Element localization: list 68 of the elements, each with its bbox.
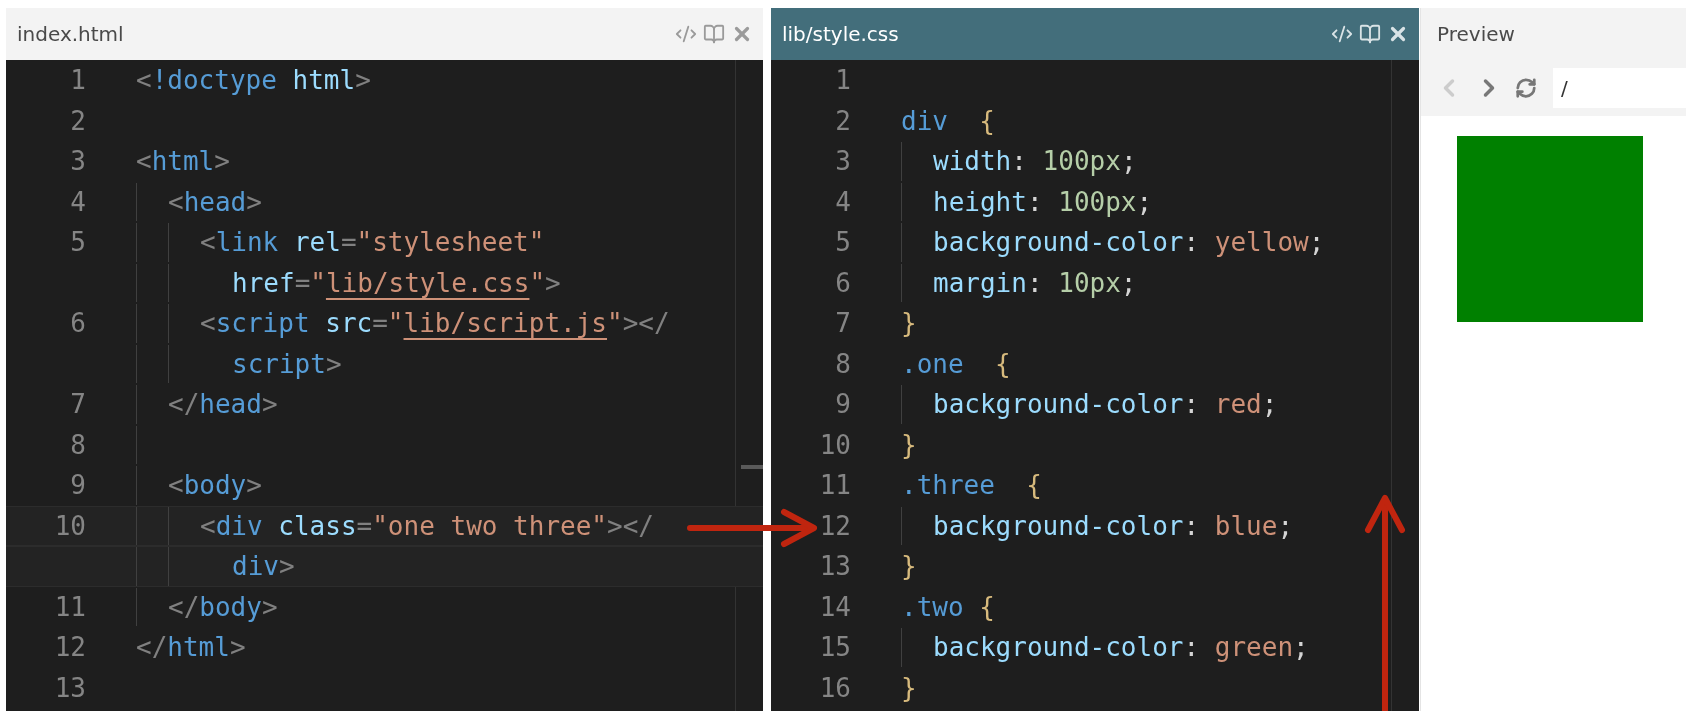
line-number: 5 <box>69 227 86 258</box>
line-number: 13 <box>818 551 851 582</box>
line-number: 14 <box>818 591 851 622</box>
line-number: 12 <box>53 632 86 663</box>
editor-tab[interactable]: index.html <box>6 8 763 60</box>
line-number: 4 <box>834 186 851 217</box>
line-number: 3 <box>69 146 86 177</box>
code-line: height: 100px; <box>932 186 1153 217</box>
file-name: lib/style.css <box>782 22 900 46</box>
refresh-icon[interactable] <box>1515 77 1537 99</box>
line-number: 2 <box>834 105 851 136</box>
code-line: margin: 10px; <box>932 267 1137 298</box>
code-line: background-color: blue; <box>932 510 1294 541</box>
code-icon[interactable] <box>675 23 697 45</box>
line-number: 7 <box>69 389 86 420</box>
line-number: 13 <box>53 672 86 703</box>
scrollbar-thumb[interactable] <box>741 465 763 469</box>
code-line: script> <box>231 348 342 379</box>
code-line: .three { <box>901 470 1042 501</box>
line-number: 9 <box>69 470 86 501</box>
code-line: } <box>901 429 917 460</box>
line-number: 1 <box>69 65 86 96</box>
code-line: <div class="one two three"></ <box>199 510 654 541</box>
file-name: index.html <box>17 22 125 46</box>
line-number: 6 <box>834 267 851 298</box>
line-number: 12 <box>818 510 851 541</box>
code-line: <html> <box>136 146 230 177</box>
line-number: 10 <box>818 429 851 460</box>
line-number: 9 <box>834 389 851 420</box>
line-number: 5 <box>834 227 851 258</box>
line-number: 6 <box>69 308 86 339</box>
code-line: } <box>901 551 917 582</box>
code-line: background-color: yellow; <box>932 227 1325 258</box>
code-line: </body> <box>167 591 278 622</box>
line-number: 11 <box>53 591 86 622</box>
code-line: div> <box>231 551 295 582</box>
code-line: <link rel="stylesheet" <box>199 227 545 258</box>
line-number: 2 <box>69 105 86 136</box>
editor-tab[interactable]: lib/style.css <box>771 8 1419 60</box>
code-line: <head> <box>167 186 262 217</box>
code-line: </head> <box>167 389 278 420</box>
code-line: <script src="lib/script.js"></ <box>199 308 670 339</box>
code-icon[interactable] <box>1331 23 1353 45</box>
code-line: background-color: red; <box>932 389 1278 420</box>
code-line: <!doctype html> <box>136 65 371 96</box>
line-number: 1 <box>834 65 851 96</box>
line-number: 15 <box>818 632 851 663</box>
code-line: background-color: green; <box>932 632 1309 663</box>
url-field[interactable]: / <box>1553 68 1686 108</box>
code-line: width: 100px; <box>932 146 1137 177</box>
code-line: <body> <box>167 470 262 501</box>
code-line: .two { <box>901 591 995 622</box>
line-number: 16 <box>818 672 851 703</box>
code-line: } <box>901 308 917 339</box>
preview-title: Preview <box>1437 22 1515 46</box>
code-line: div { <box>901 105 995 136</box>
line-number: 10 <box>53 510 86 541</box>
code-line: .one { <box>901 348 1011 379</box>
code-line: </html> <box>136 632 246 663</box>
code-line: href="lib/style.css"> <box>231 267 561 298</box>
line-number: 11 <box>818 470 851 501</box>
line-number: 7 <box>834 308 851 339</box>
book-icon[interactable] <box>703 23 725 45</box>
line-number: 8 <box>69 429 86 460</box>
code-line: } <box>901 672 917 703</box>
line-number: 8 <box>834 348 851 379</box>
line-number: 4 <box>69 186 86 217</box>
line-number: 3 <box>834 146 851 177</box>
